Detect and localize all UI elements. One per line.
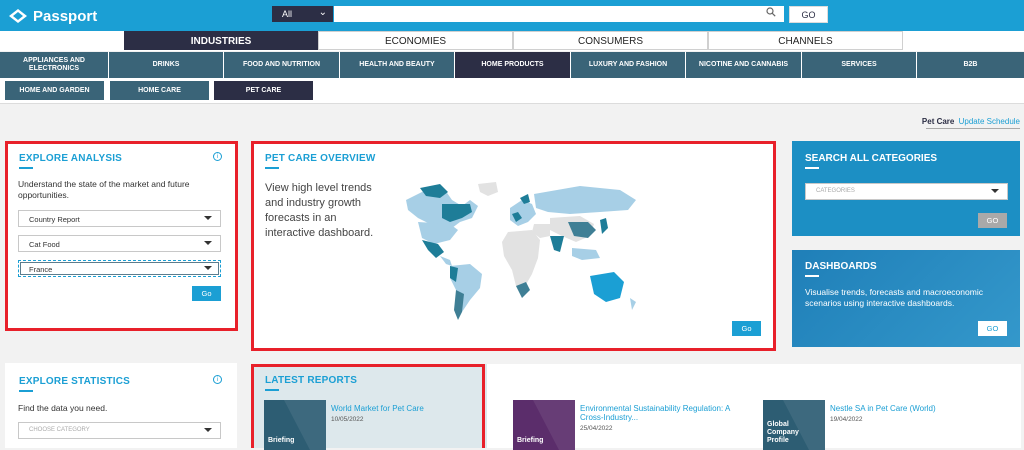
search-icon[interactable] (766, 7, 776, 17)
explore-statistics-title: EXPLORE STATISTICS (19, 376, 131, 387)
tab-food-nutrition[interactable]: FOOD AND NUTRITION (224, 52, 340, 78)
tab-luxury-fashion[interactable]: LUXURY AND FASHION (571, 52, 686, 78)
tab-drinks[interactable]: DRINKS (109, 52, 224, 78)
title-underline (265, 167, 279, 169)
dashboards-go-button[interactable]: GO (978, 321, 1007, 336)
statistics-category-select[interactable]: CHOOSE CATEGORY (18, 422, 221, 439)
tab-appliances-electronics[interactable]: APPLIANCES AND ELECTRONICS (0, 52, 109, 78)
geography-select[interactable]: France (18, 260, 221, 277)
overview-description: View high level trends and industry grow… (265, 182, 374, 239)
search-categories-go-button[interactable]: GO (978, 213, 1007, 228)
australia-region[interactable] (590, 272, 624, 302)
russia-region[interactable] (534, 186, 636, 214)
tab-home-products[interactable]: HOME PRODUCTS (455, 52, 571, 78)
report-type-label: Briefing (517, 437, 544, 444)
report-title-link[interactable]: World Market for Pet Care (331, 404, 481, 413)
tab-channels[interactable]: CHANNELS (708, 31, 903, 50)
update-schedule: Pet Care Update Schedule (922, 117, 1020, 126)
tab-pet-care[interactable]: PET CARE (214, 81, 313, 100)
japan-region[interactable] (600, 218, 608, 234)
tab-home-care[interactable]: HOME CARE (110, 81, 209, 100)
app-name: Passport (33, 7, 98, 25)
report-type-label: Global Company Profile (767, 421, 799, 444)
title-underline (19, 390, 33, 392)
report-thumbnail[interactable]: Briefing (513, 400, 575, 450)
chevron-down-icon: ⌄ (318, 7, 327, 18)
title-underline (19, 167, 33, 169)
title-underline (265, 389, 279, 391)
caret-down-icon (204, 428, 212, 432)
explore-statistics-description: Find the data you need. (18, 403, 108, 413)
report-date: 25/04/2022 (580, 425, 613, 432)
report-date: 10/05/2022 (331, 416, 364, 423)
overview-go-button[interactable]: Go (732, 321, 761, 336)
title-underline (805, 275, 819, 277)
world-map[interactable] (400, 178, 640, 323)
statistics-category-placeholder: CHOOSE CATEGORY (29, 427, 90, 433)
tab-b2b[interactable]: B2B (917, 52, 1024, 78)
caret-down-icon (204, 266, 212, 270)
tab-services[interactable]: SERVICES (802, 52, 917, 78)
tab-home-garden[interactable]: HOME AND GARDEN (5, 81, 104, 100)
update-schedule-link[interactable]: Update Schedule (959, 117, 1020, 126)
passport-logo[interactable]: Passport (8, 6, 97, 26)
report-date: 19/04/2022 (830, 416, 863, 423)
report-title-link[interactable]: Nestle SA in Pet Care (World) (830, 404, 980, 413)
report-type-label: Briefing (268, 437, 295, 444)
tab-industries[interactable]: INDUSTRIES (124, 31, 318, 50)
explore-analysis-go-button[interactable]: Go (192, 286, 221, 301)
search-scope-label: All (282, 9, 293, 19)
tab-nicotine-cannabis[interactable]: NICOTINE AND CANNABIS (686, 52, 802, 78)
greenland-region[interactable] (478, 182, 498, 196)
report-thumbnail[interactable]: Briefing (264, 400, 326, 450)
southeast-asia-region[interactable] (572, 248, 600, 260)
argentina-chile-region[interactable] (454, 290, 464, 320)
title-underline (805, 167, 819, 169)
tab-health-beauty[interactable]: HEALTH AND BEAUTY (340, 52, 455, 78)
caret-down-icon (991, 189, 999, 193)
caret-down-icon (204, 241, 212, 245)
overview-title: PET CARE OVERVIEW (265, 153, 376, 164)
report-thumbnail[interactable]: Global Company Profile (763, 400, 825, 450)
india-region[interactable] (550, 236, 564, 252)
tab-economies[interactable]: ECONOMIES (318, 31, 513, 50)
caret-down-icon (204, 216, 212, 220)
search-input[interactable] (334, 6, 784, 22)
category-select[interactable]: Cat Food (18, 235, 221, 252)
explore-analysis-description: Understand the state of the market and f… (18, 179, 190, 200)
new-zealand-region[interactable] (630, 298, 636, 310)
update-category: Pet Care (921, 117, 955, 126)
dashboards-title: DASHBOARDS (805, 261, 877, 272)
info-icon[interactable]: i (213, 152, 222, 161)
tab-consumers[interactable]: CONSUMERS (513, 31, 708, 50)
category-value: Cat Food (29, 240, 60, 249)
latest-reports-title: LATEST REPORTS (265, 375, 358, 386)
europe-region[interactable] (510, 200, 536, 226)
passport-logo-icon (9, 9, 27, 23)
divider (926, 128, 1020, 129)
report-type-select[interactable]: Country Report (18, 210, 221, 227)
central-america-region[interactable] (440, 256, 452, 266)
categories-select[interactable]: CATEGORIES (805, 183, 1008, 200)
search-go-button[interactable]: GO (789, 6, 828, 23)
explore-analysis-title: EXPLORE ANALYSIS (19, 153, 123, 164)
africa-region[interactable] (502, 230, 540, 288)
search-scope-select[interactable]: All ⌄ (272, 6, 333, 22)
dashboards-description: Visualise trends, forecasts and macroeco… (805, 287, 983, 308)
geography-value: France (29, 265, 53, 274)
info-icon[interactable]: i (213, 375, 222, 384)
report-title-link[interactable]: Environmental Sustainability Regulation:… (580, 404, 730, 422)
report-type-value: Country Report (29, 215, 80, 224)
search-categories-title: SEARCH ALL CATEGORIES (805, 153, 938, 164)
categories-placeholder: CATEGORIES (816, 188, 855, 194)
